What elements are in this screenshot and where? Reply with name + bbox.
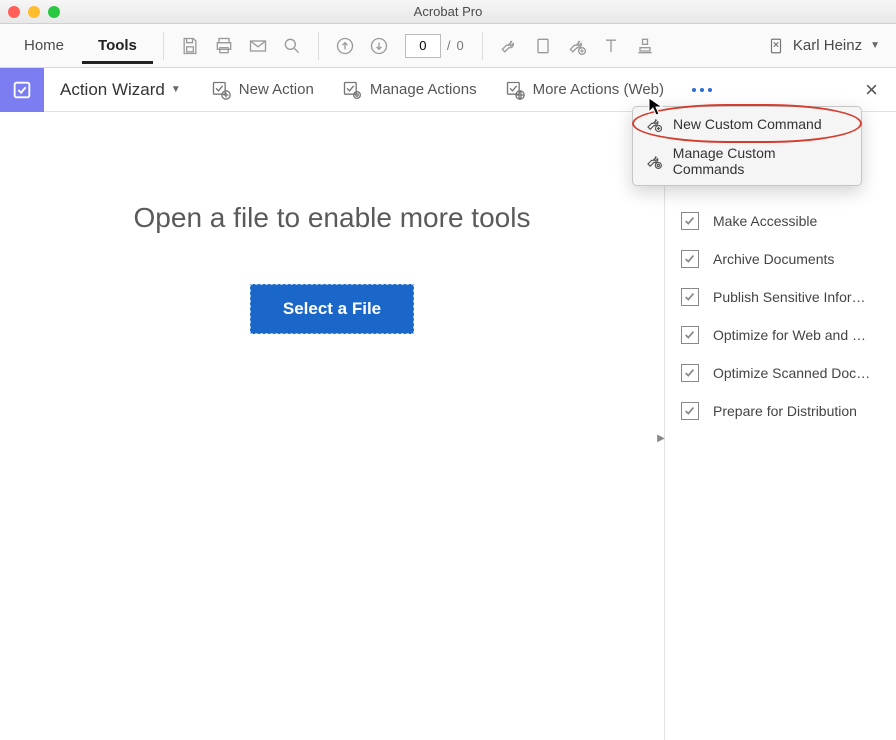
prev-page-icon[interactable]: [329, 30, 361, 62]
manage-actions-label: Manage Actions: [370, 81, 477, 98]
checkmark-icon: [681, 326, 699, 344]
page-separator: /: [447, 38, 451, 53]
action-wizard-badge: [0, 68, 44, 112]
action-item-optimize-web[interactable]: Optimize for Web and M…: [665, 316, 896, 354]
tab-home[interactable]: Home: [8, 27, 80, 64]
actions-list-panel: ▶ Make Accessible Archive Documents Publ…: [664, 112, 896, 740]
checkmark-icon: [681, 402, 699, 420]
more-menu-button[interactable]: [678, 88, 726, 92]
checkmark-badge-icon: [11, 79, 33, 101]
window-title: Acrobat Pro: [0, 4, 896, 19]
checkbox-plus-icon: [211, 80, 231, 100]
content-area: Open a file to enable more tools Select …: [0, 112, 896, 740]
menu-item-new-custom-command[interactable]: New Custom Command: [635, 109, 859, 139]
user-name: Karl Heinz: [793, 37, 862, 54]
list-item-label: Optimize Scanned Docu…: [713, 365, 873, 381]
main-toolbar: Home Tools / 0 Karl Heinz ▼: [0, 24, 896, 68]
print-icon[interactable]: [208, 30, 240, 62]
list-item-label: Prepare for Distribution: [713, 403, 857, 419]
action-wizard-title: Action Wizard: [60, 80, 165, 100]
more-actions-label: More Actions (Web): [533, 81, 664, 98]
user-device-icon: [767, 37, 785, 55]
menu-item-label: New Custom Command: [673, 116, 822, 132]
checkmark-icon: [681, 288, 699, 306]
next-page-icon[interactable]: [363, 30, 395, 62]
panel-collapse-handle[interactable]: ▶: [657, 426, 665, 450]
close-panel-button[interactable]: ×: [859, 77, 884, 103]
chevron-down-icon: ▼: [870, 40, 880, 51]
main-panel: Open a file to enable more tools Select …: [0, 112, 664, 740]
new-action-button[interactable]: New Action: [197, 68, 328, 112]
wrench-gear-icon: [645, 152, 663, 170]
stamp-icon[interactable]: [629, 30, 661, 62]
page-input[interactable]: [405, 34, 441, 58]
wrench-plus-icon: [645, 115, 663, 133]
list-item-label: Optimize for Web and M…: [713, 327, 873, 343]
book-icon[interactable]: [527, 30, 559, 62]
action-item-archive-documents[interactable]: Archive Documents: [665, 240, 896, 278]
checkbox-globe-icon: [505, 80, 525, 100]
action-wizard-dropdown[interactable]: Action Wizard ▼: [44, 80, 197, 100]
action-item-publish-sensitive[interactable]: Publish Sensitive Inform…: [665, 278, 896, 316]
text-icon[interactable]: [595, 30, 627, 62]
dot-icon: [700, 88, 704, 92]
checkmark-icon: [681, 212, 699, 230]
more-menu-popup: New Custom Command Manage Custom Command…: [632, 106, 862, 186]
close-window-button[interactable]: [8, 6, 20, 18]
list-item-label: Archive Documents: [713, 251, 834, 267]
tab-tools[interactable]: Tools: [82, 27, 153, 64]
open-file-prompt: Open a file to enable more tools: [134, 202, 531, 234]
checkmark-icon: [681, 364, 699, 382]
select-file-button[interactable]: Select a File: [250, 284, 414, 334]
user-menu[interactable]: Karl Heinz ▼: [759, 37, 888, 55]
mail-icon[interactable]: [242, 30, 274, 62]
checkbox-gear-icon: [342, 80, 362, 100]
wrench-icon[interactable]: [493, 30, 525, 62]
new-action-label: New Action: [239, 81, 314, 98]
minimize-window-button[interactable]: [28, 6, 40, 18]
separator: [163, 32, 164, 60]
chevron-down-icon: ▼: [171, 84, 181, 95]
wrench-plus-icon[interactable]: [561, 30, 593, 62]
zoom-window-button[interactable]: [48, 6, 60, 18]
separator: [482, 32, 483, 60]
save-icon[interactable]: [174, 30, 206, 62]
traffic-lights: [8, 6, 60, 18]
page-total: 0: [457, 38, 464, 53]
page-indicator: / 0: [405, 34, 464, 58]
action-item-optimize-scanned[interactable]: Optimize Scanned Docu…: [665, 354, 896, 392]
action-item-make-accessible[interactable]: Make Accessible: [665, 202, 896, 240]
menu-item-manage-custom-commands[interactable]: Manage Custom Commands: [635, 139, 859, 183]
search-icon[interactable]: [276, 30, 308, 62]
list-item-label: Make Accessible: [713, 213, 817, 229]
menu-item-label: Manage Custom Commands: [673, 145, 849, 177]
dot-icon: [708, 88, 712, 92]
separator: [318, 32, 319, 60]
manage-actions-button[interactable]: Manage Actions: [328, 68, 491, 112]
action-item-prepare-distribution[interactable]: Prepare for Distribution: [665, 392, 896, 430]
list-item-label: Publish Sensitive Inform…: [713, 289, 873, 305]
more-actions-web-button[interactable]: More Actions (Web): [491, 68, 678, 112]
dot-icon: [692, 88, 696, 92]
window-titlebar: Acrobat Pro: [0, 0, 896, 24]
checkmark-icon: [681, 250, 699, 268]
